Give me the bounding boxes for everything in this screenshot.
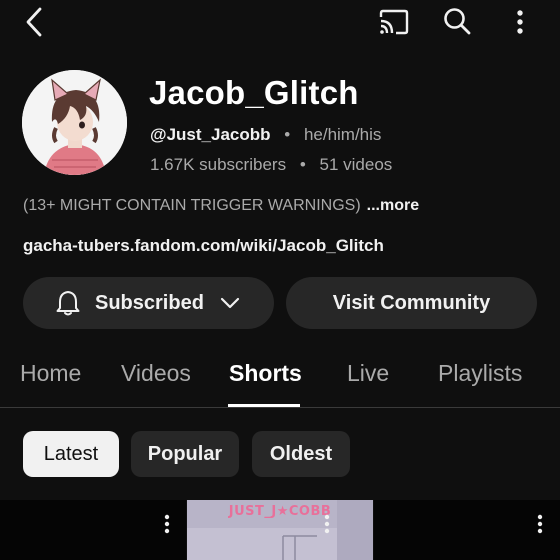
visit-community-button[interactable]: Visit Community — [286, 277, 537, 329]
more-vertical-icon[interactable] — [319, 512, 335, 536]
back-arrow-icon[interactable] — [14, 2, 54, 42]
tab-home[interactable]: Home — [20, 360, 81, 387]
channel-link[interactable]: gacha-tubers.fandom.com/wiki/Jacob_Glitc… — [23, 236, 384, 256]
channel-name: Jacob_Glitch — [149, 74, 359, 111]
filter-chip-latest[interactable]: Latest — [23, 431, 119, 477]
short-thumbnail[interactable]: JUST_J★COBB — [187, 500, 373, 560]
channel-handle: @Just_Jacobb — [150, 125, 271, 144]
short-overlay-text: JUST_J★COBB — [228, 503, 332, 519]
tab-playlists[interactable]: Playlists — [438, 360, 522, 387]
more-vertical-icon[interactable] — [532, 512, 548, 536]
top-bar — [0, 0, 560, 44]
video-count: 51 videos — [319, 155, 393, 174]
channel-stats-row: 1.67K subscribers • 51 videos — [150, 155, 392, 175]
subscribed-label: Subscribed — [95, 291, 204, 314]
filter-chip-popular[interactable]: Popular — [131, 431, 239, 477]
channel-tabs: Home Videos Shorts Live Playlists — [0, 350, 560, 408]
filter-chip-oldest[interactable]: Oldest — [252, 431, 350, 477]
bell-icon — [55, 289, 81, 317]
separator-dot: • — [299, 155, 306, 174]
channel-pronouns: he/him/his — [303, 125, 382, 144]
tab-videos[interactable]: Videos — [121, 360, 191, 387]
shorts-grid: JUST_J★COBB — [0, 500, 560, 560]
subscriber-count: 1.67K subscribers — [150, 155, 287, 174]
tabs-divider — [0, 407, 560, 408]
tab-live[interactable]: Live — [347, 360, 389, 387]
subscribed-button[interactable]: Subscribed — [23, 277, 274, 329]
description-text: (13+ MIGHT CONTAIN TRIGGER WARNINGS) — [23, 197, 361, 214]
channel-avatar[interactable] — [22, 70, 127, 175]
more-vertical-icon[interactable] — [504, 2, 536, 42]
search-icon[interactable] — [436, 0, 478, 42]
chevron-down-icon — [220, 297, 240, 309]
channel-description[interactable]: (13+ MIGHT CONTAIN TRIGGER WARNINGS) ...m… — [23, 197, 419, 215]
separator-dot: • — [284, 125, 291, 144]
more-vertical-icon[interactable] — [159, 512, 175, 536]
channel-handle-row: @Just_Jacobb • he/him/his — [150, 125, 381, 145]
cast-icon[interactable] — [374, 2, 414, 42]
tab-shorts[interactable]: Shorts — [229, 360, 302, 387]
description-more-link[interactable]: ...more — [367, 197, 419, 214]
